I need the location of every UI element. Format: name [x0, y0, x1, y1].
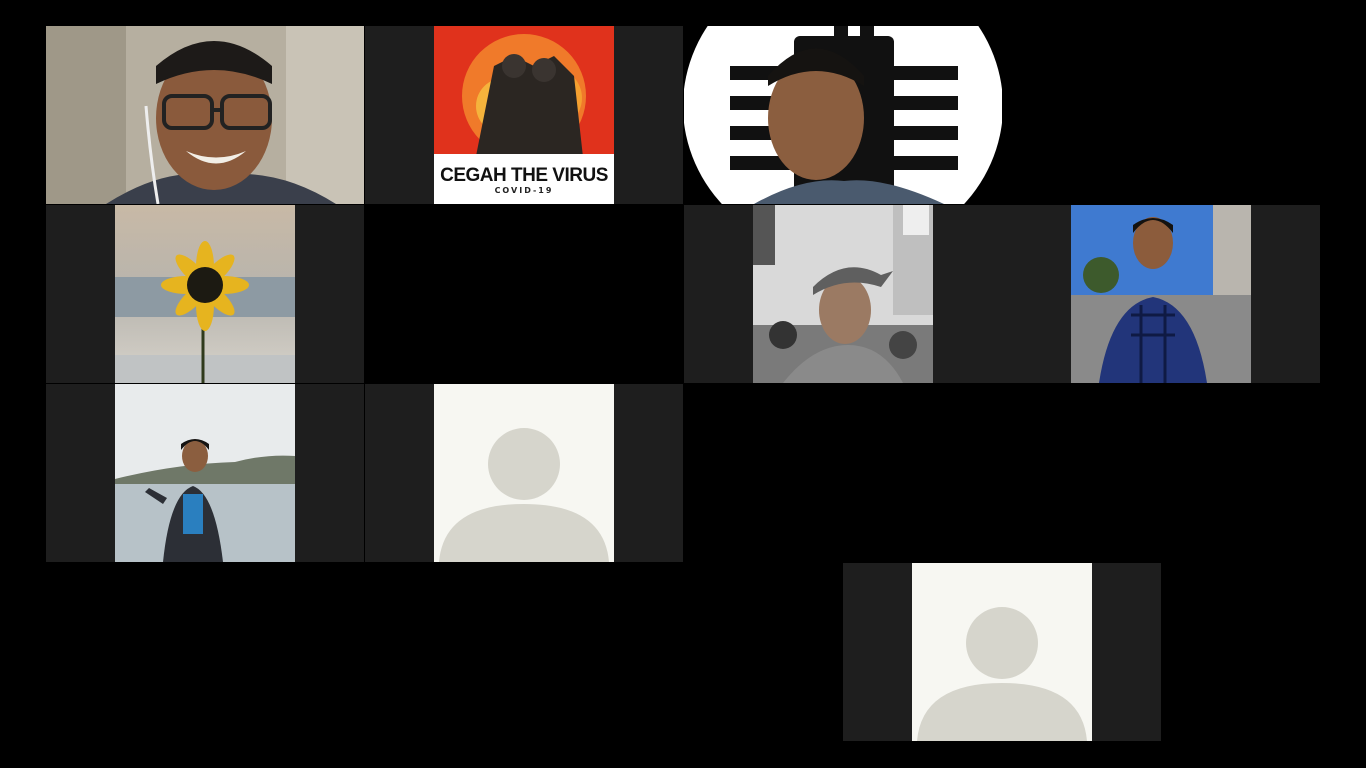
participant-profile-picture-6	[753, 205, 933, 383]
person-silhouette-icon	[434, 384, 614, 562]
participant-profile-picture-7	[1071, 205, 1251, 383]
poster-caption: CEGAH THE VIRUS COVID-19	[434, 154, 614, 204]
participant-tile-4[interactable]	[46, 205, 364, 383]
participant-profile-picture-2: CEGAH THE VIRUS COVID-19	[434, 26, 614, 204]
poster-title: CEGAH THE VIRUS	[440, 165, 608, 186]
default-avatar-9	[434, 384, 614, 562]
participant-profile-picture-4	[115, 205, 295, 383]
participant-tile-2[interactable]: CEGAH THE VIRUS COVID-19	[365, 26, 683, 204]
default-avatar-10	[912, 563, 1092, 741]
participant-tile-10[interactable]	[843, 563, 1161, 741]
participant-tile-7[interactable]	[1002, 205, 1320, 383]
person-silhouette-icon	[912, 563, 1092, 741]
participant-tile-6[interactable]	[684, 205, 1002, 383]
participant-tile-5[interactable]	[365, 205, 683, 383]
participant-tile-9[interactable]	[365, 384, 683, 562]
participant-tile-8[interactable]	[46, 384, 364, 562]
participant-video-1	[46, 26, 364, 204]
participant-tile-1[interactable]	[46, 26, 364, 204]
participant-profile-picture-8	[115, 384, 295, 562]
participant-video-3	[684, 26, 1002, 204]
participant-tile-3[interactable]	[684, 26, 1002, 204]
poster-subtitle: COVID-19	[494, 186, 554, 195]
gallery-view: CEGAH THE VIRUS COVID-19	[0, 0, 1366, 768]
